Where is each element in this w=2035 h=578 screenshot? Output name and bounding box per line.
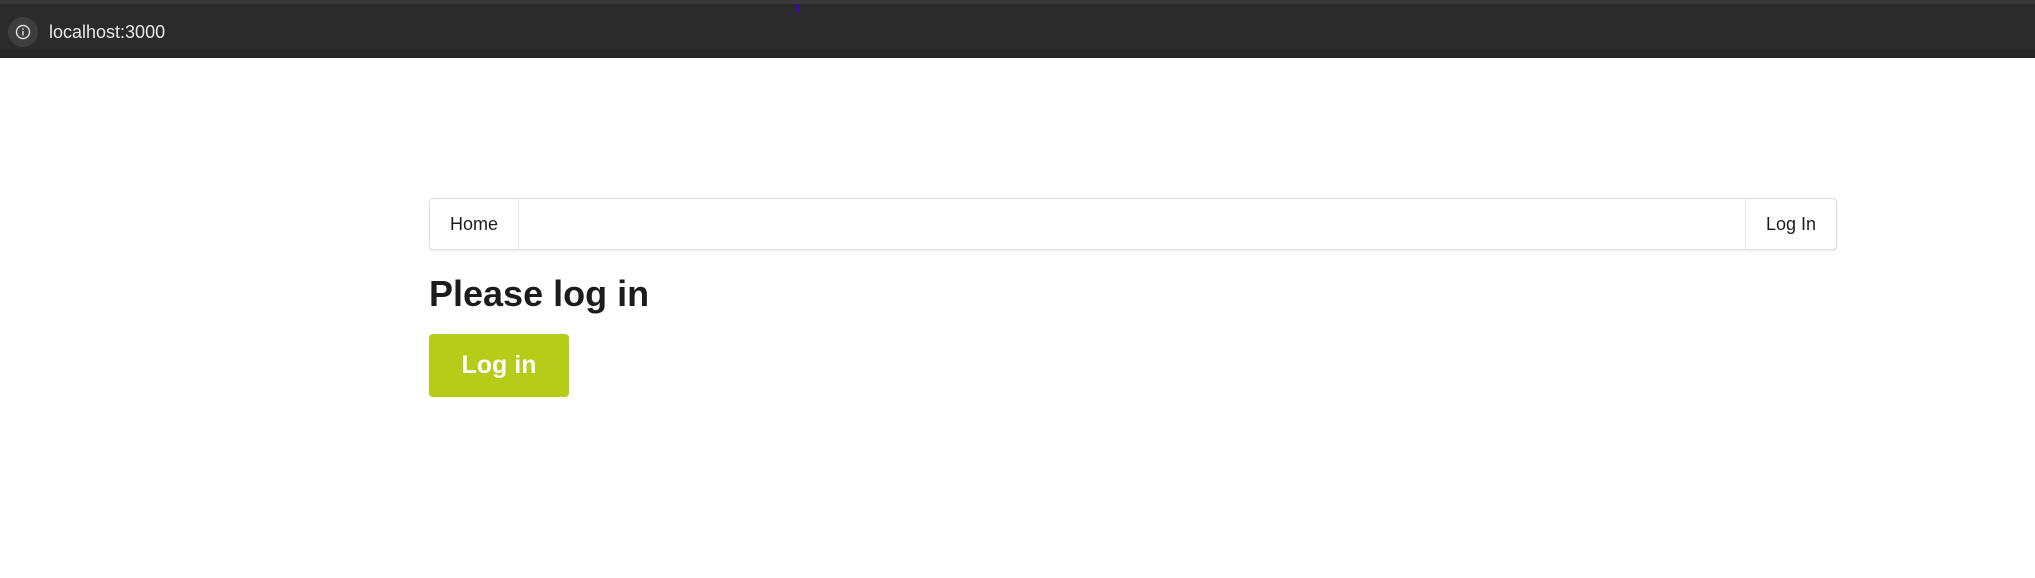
address-bar-url[interactable]: localhost:3000 [49,19,165,45]
page-content: Home Log In Please log in Log in [429,198,1837,397]
browser-toolbar: localhost:3000 [0,0,2035,58]
top-navbar: Home Log In [429,198,1837,250]
navbar-spacer [519,199,1745,249]
nav-home-link[interactable]: Home [430,199,520,249]
toolbar-strip [0,50,2035,58]
login-button[interactable]: Log in [429,334,569,397]
nav-login-link[interactable]: Log In [1744,199,1836,249]
info-icon [15,24,31,40]
page-title: Please log in [429,273,650,314]
tab-indicator [796,4,799,13]
site-info-button[interactable] [8,17,38,47]
